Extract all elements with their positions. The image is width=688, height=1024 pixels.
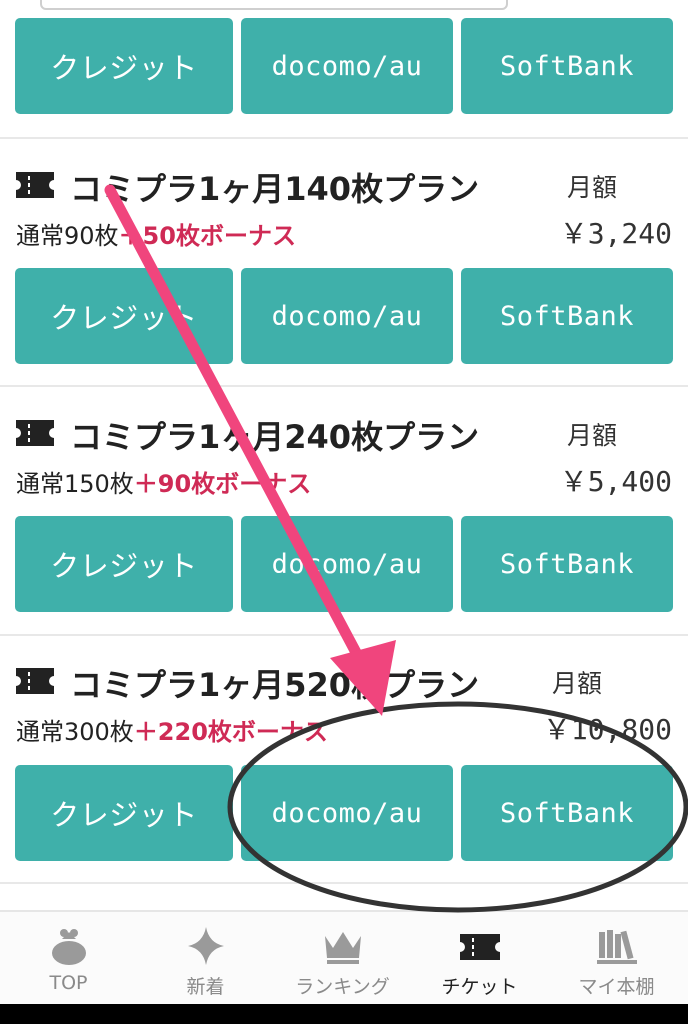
- nav-item-top[interactable]: TOP: [0, 912, 137, 1006]
- bonus-count: ＋50枚ボーナス: [118, 222, 296, 250]
- softbank-button[interactable]: SoftBank: [461, 268, 673, 364]
- nav-item-bookshelf[interactable]: マイ本棚: [548, 912, 685, 1006]
- payment-row-previous: クレジット docomo/au SoftBank: [0, 18, 688, 114]
- top-strip: [0, 0, 688, 14]
- nav-label-top: TOP: [49, 972, 88, 994]
- annotation-overlay: [104, 184, 688, 913]
- plan-price: ￥3,240: [559, 217, 672, 250]
- plan-title: コミプラ1ヶ月140枚プラン: [70, 170, 480, 208]
- softbank-button[interactable]: SoftBank: [461, 765, 673, 861]
- money-bag-icon: [51, 929, 86, 965]
- normal-count: 通常300枚: [16, 718, 134, 746]
- payment-row-plan-240: クレジット docomo/au SoftBank: [0, 516, 688, 612]
- divider: [0, 137, 688, 139]
- nav-label-ticket: チケット: [441, 976, 518, 998]
- plan-subtitle: 通常90枚＋50枚ボーナス: [16, 216, 296, 251]
- bonus-count: ＋90枚ボーナス: [133, 470, 312, 498]
- credit-button[interactable]: クレジット: [15, 268, 233, 364]
- docomo-au-button[interactable]: docomo/au: [241, 18, 453, 114]
- monthly-label: 月額: [567, 173, 618, 202]
- bottom-navigation: TOP 新着 ランキング チケット マイ本棚: [0, 910, 688, 1004]
- bookshelf-icon: [596, 930, 637, 964]
- payment-row-plan-140: クレジット docomo/au SoftBank: [0, 268, 688, 364]
- ticket-icon: [16, 172, 54, 198]
- divider: [0, 882, 688, 884]
- normal-count: 通常90枚: [16, 222, 119, 250]
- ticket-icon: [16, 420, 54, 446]
- plan-title: コミプラ1ヶ月240枚プラン: [70, 418, 480, 456]
- nav-label-bookshelf: マイ本棚: [578, 976, 655, 998]
- nav-item-ticket[interactable]: チケット: [411, 912, 548, 1006]
- credit-button[interactable]: クレジット: [15, 18, 233, 114]
- ticket-icon: [16, 668, 54, 694]
- credit-button[interactable]: クレジット: [15, 516, 233, 612]
- plan-price: ￥5,400: [559, 465, 672, 498]
- docomo-au-button[interactable]: docomo/au: [241, 268, 453, 364]
- payment-row-plan-520: クレジット docomo/au SoftBank: [0, 765, 688, 861]
- nav-item-ranking[interactable]: ランキング: [274, 912, 411, 1006]
- bonus-count: ＋220枚ボーナス: [133, 718, 328, 746]
- nav-item-new[interactable]: 新着: [137, 912, 274, 1006]
- softbank-button[interactable]: SoftBank: [461, 18, 673, 114]
- monthly-label: 月額: [567, 421, 618, 450]
- plan-price: ￥10,800: [542, 713, 672, 746]
- plan-subtitle: 通常300枚＋220枚ボーナス: [16, 712, 328, 747]
- ticket-icon: [459, 934, 500, 960]
- docomo-au-button[interactable]: docomo/au: [241, 765, 453, 861]
- plan-subtitle: 通常150枚＋90枚ボーナス: [16, 464, 311, 499]
- crown-icon: [324, 932, 361, 964]
- nav-label-ranking: ランキング: [295, 976, 390, 998]
- system-bar: [0, 1004, 688, 1024]
- plan-title: コミプラ1ヶ月520枚プラン: [70, 666, 480, 704]
- softbank-button[interactable]: SoftBank: [461, 516, 673, 612]
- normal-count: 通常150枚: [16, 470, 134, 498]
- docomo-au-button[interactable]: docomo/au: [241, 516, 453, 612]
- divider: [0, 634, 688, 636]
- nav-label-new: 新着: [186, 976, 225, 998]
- monthly-label: 月額: [552, 669, 603, 698]
- divider: [0, 385, 688, 387]
- credit-button[interactable]: クレジット: [15, 765, 233, 861]
- search-field-edge[interactable]: [40, 0, 508, 10]
- sparkle-icon: [187, 927, 224, 965]
